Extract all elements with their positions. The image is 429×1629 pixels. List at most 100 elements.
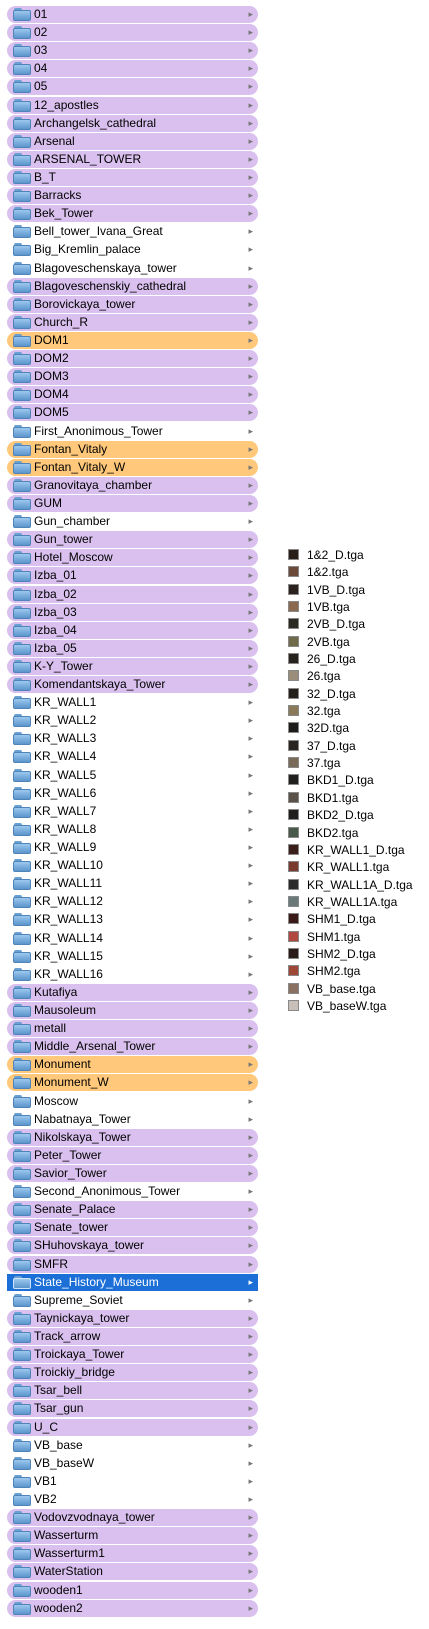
disclosure-arrow-icon[interactable]: ▸ [248,1384,253,1397]
file-row[interactable]: VB_baseW.tga [287,998,429,1015]
disclosure-arrow-icon[interactable]: ▸ [248,1529,253,1542]
folder-row[interactable]: Big_Kremlin_palace ▸ [7,241,258,258]
folder-row[interactable]: Gun_chamber ▸ [7,513,258,530]
disclosure-arrow-icon[interactable]: ▸ [248,1095,253,1108]
disclosure-arrow-icon[interactable]: ▸ [248,153,253,166]
folder-row[interactable]: Senate_tower ▸ [7,1219,258,1237]
folder-row[interactable]: B_T ▸ [7,168,258,186]
folder-row[interactable]: KR_WALL8 ▸ [7,821,258,838]
folder-row[interactable]: KR_WALL13 ▸ [7,911,258,928]
folder-row[interactable]: Izba_01 ▸ [7,567,258,585]
folder-row[interactable]: Vodovzvodnaya_tower ▸ [7,1509,258,1527]
folder-row[interactable]: SHuhovskaya_tower ▸ [7,1237,258,1255]
folder-row[interactable]: Izba_02 ▸ [7,585,258,603]
disclosure-arrow-icon[interactable]: ▸ [248,533,253,546]
file-row[interactable]: 1VB_D.tga [287,582,429,599]
folder-row[interactable]: KR_WALL10 ▸ [7,857,258,874]
disclosure-arrow-icon[interactable]: ▸ [248,1022,253,1035]
folder-row[interactable]: 04 ▸ [7,60,258,78]
disclosure-arrow-icon[interactable]: ▸ [248,841,253,854]
disclosure-arrow-icon[interactable]: ▸ [248,461,253,474]
disclosure-arrow-icon[interactable]: ▸ [248,950,253,963]
folder-row[interactable]: Monument ▸ [7,1056,258,1074]
folder-row[interactable]: Arsenal ▸ [7,132,258,150]
folder-row[interactable]: KR_WALL12 ▸ [7,893,258,910]
folder-row[interactable]: Gun_tower ▸ [7,531,258,549]
folder-row[interactable]: wooden1 ▸ [7,1581,258,1599]
folder-row[interactable]: Mausoleum ▸ [7,1002,258,1020]
folder-row[interactable]: Troickiy_bridge ▸ [7,1364,258,1382]
folder-row[interactable]: KR_WALL6 ▸ [7,785,258,802]
disclosure-arrow-icon[interactable]: ▸ [248,932,253,945]
disclosure-arrow-icon[interactable]: ▸ [248,1475,253,1488]
disclosure-arrow-icon[interactable]: ▸ [248,1239,253,1252]
folder-row[interactable]: SMFR ▸ [7,1255,258,1273]
disclosure-arrow-icon[interactable]: ▸ [248,189,253,202]
folder-row[interactable]: DOM5 ▸ [7,404,258,422]
disclosure-arrow-icon[interactable]: ▸ [248,388,253,401]
folder-row[interactable]: KR_WALL7 ▸ [7,803,258,820]
file-row[interactable]: BKD2.tga [287,825,429,842]
disclosure-arrow-icon[interactable]: ▸ [248,479,253,492]
file-row[interactable]: 2VB.tga [287,634,429,651]
file-row[interactable]: SHM2_D.tga [287,946,429,963]
disclosure-arrow-icon[interactable]: ▸ [248,1276,253,1289]
folder-row[interactable]: Barracks ▸ [7,187,258,205]
folder-row[interactable]: Izba_03 ▸ [7,603,258,621]
disclosure-arrow-icon[interactable]: ▸ [248,26,253,39]
folder-row[interactable]: VB2 ▸ [7,1491,258,1508]
disclosure-arrow-icon[interactable]: ▸ [248,99,253,112]
folder-row[interactable]: Izba_05 ▸ [7,639,258,657]
folder-row[interactable]: Nabatnaya_Tower ▸ [7,1111,258,1128]
folder-row[interactable]: First_Anonimous_Tower ▸ [7,423,258,440]
disclosure-arrow-icon[interactable]: ▸ [248,859,253,872]
disclosure-arrow-icon[interactable]: ▸ [248,750,253,763]
folder-row[interactable]: Bell_tower_Ivana_Great ▸ [7,223,258,240]
file-row[interactable]: BKD2_D.tga [287,807,429,824]
disclosure-arrow-icon[interactable]: ▸ [248,551,253,564]
disclosure-arrow-icon[interactable]: ▸ [248,569,253,582]
disclosure-arrow-icon[interactable]: ▸ [248,1493,253,1506]
disclosure-arrow-icon[interactable]: ▸ [248,714,253,727]
disclosure-arrow-icon[interactable]: ▸ [248,1294,253,1307]
folder-row[interactable]: Taynickaya_tower ▸ [7,1309,258,1327]
disclosure-arrow-icon[interactable]: ▸ [248,334,253,347]
disclosure-arrow-icon[interactable]: ▸ [248,823,253,836]
disclosure-arrow-icon[interactable]: ▸ [248,280,253,293]
file-row[interactable]: 32.tga [287,703,429,720]
folder-row[interactable]: Fontan_Vitaly_W ▸ [7,458,258,476]
disclosure-arrow-icon[interactable]: ▸ [248,1167,253,1180]
folder-row[interactable]: Blagoveschenskaya_tower ▸ [7,260,258,277]
disclosure-arrow-icon[interactable]: ▸ [248,678,253,691]
folder-row[interactable]: wooden2 ▸ [7,1599,258,1617]
disclosure-arrow-icon[interactable]: ▸ [248,352,253,365]
disclosure-arrow-icon[interactable]: ▸ [248,1149,253,1162]
disclosure-arrow-icon[interactable]: ▸ [248,207,253,220]
folder-row[interactable]: KR_WALL9 ▸ [7,839,258,856]
file-row[interactable]: 37.tga [287,755,429,772]
folder-row[interactable]: Granovitaya_chamber ▸ [7,476,258,494]
folder-row[interactable]: Moscow ▸ [7,1093,258,1110]
file-row[interactable]: KR_WALL1A.tga [287,894,429,911]
folder-row[interactable]: ARSENAL_TOWER ▸ [7,150,258,168]
folder-row[interactable]: metall ▸ [7,1020,258,1038]
disclosure-arrow-icon[interactable]: ▸ [248,8,253,21]
folder-row[interactable]: VB1 ▸ [7,1473,258,1490]
folder-row[interactable]: 05 ▸ [7,78,258,96]
folder-row[interactable]: KR_WALL15 ▸ [7,948,258,965]
disclosure-arrow-icon[interactable]: ▸ [248,1058,253,1071]
folder-row[interactable]: Hotel_Moscow ▸ [7,549,258,567]
disclosure-arrow-icon[interactable]: ▸ [248,1221,253,1234]
folder-row[interactable]: Savior_Tower ▸ [7,1165,258,1182]
disclosure-arrow-icon[interactable]: ▸ [248,1457,253,1470]
disclosure-arrow-icon[interactable]: ▸ [248,1565,253,1578]
folder-row[interactable]: Supreme_Soviet ▸ [7,1292,258,1309]
disclosure-arrow-icon[interactable]: ▸ [248,1421,253,1434]
disclosure-arrow-icon[interactable]: ▸ [248,606,253,619]
disclosure-arrow-icon[interactable]: ▸ [248,769,253,782]
disclosure-arrow-icon[interactable]: ▸ [248,1402,253,1415]
disclosure-arrow-icon[interactable]: ▸ [248,660,253,673]
disclosure-arrow-icon[interactable]: ▸ [248,1040,253,1053]
folder-row[interactable]: Peter_Tower ▸ [7,1146,258,1164]
folder-row[interactable]: Church_R ▸ [7,313,258,331]
